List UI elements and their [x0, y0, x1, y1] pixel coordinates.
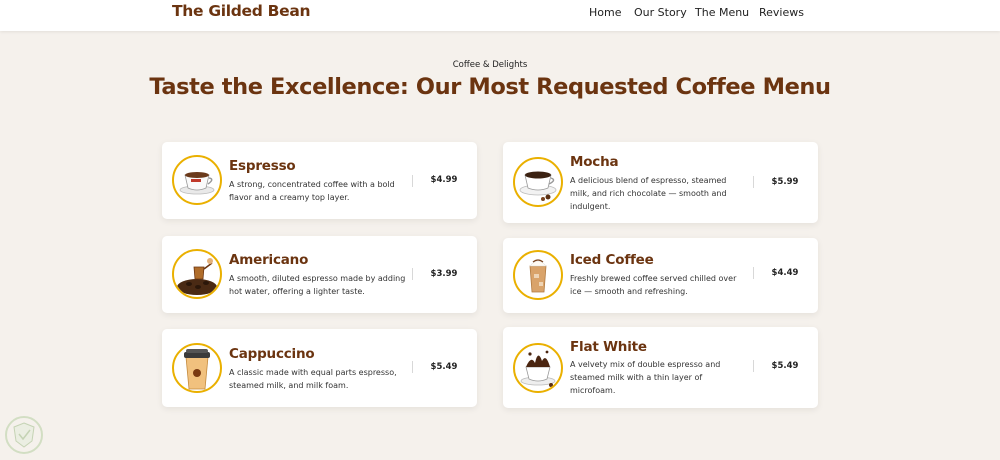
brand-logo[interactable]: The Gilded Bean: [172, 2, 311, 20]
site-header: The Gilded Bean Home Our Story The Menu …: [0, 0, 1000, 31]
menu-item-description: A classic made with equal parts espresso…: [229, 368, 397, 390]
price-divider: [753, 176, 754, 188]
menu-item-price: $4.99: [430, 175, 458, 185]
menu-item-name: Cappuccino: [229, 346, 315, 362]
nav-home[interactable]: Home: [589, 6, 621, 19]
menu-card-flat-white: Flat White A velvety mix of double espre…: [503, 327, 818, 408]
menu-item-name: Flat White: [570, 339, 647, 355]
menu-item-name: Mocha: [570, 154, 619, 170]
nav-our-story[interactable]: Our Story: [634, 6, 687, 19]
price-divider: [412, 175, 413, 187]
splash-cup-icon: [513, 343, 563, 393]
menu-item-description: Freshly brewed coffee served chilled ove…: [570, 274, 737, 296]
nav-reviews[interactable]: Reviews: [759, 6, 804, 19]
menu-item-name: Espresso: [229, 158, 296, 174]
menu-item-description: A smooth, diluted espresso made by addin…: [229, 274, 406, 296]
price-divider: [753, 360, 754, 372]
mocha-cup-icon: [513, 157, 563, 207]
coffee-beans-icon: [172, 249, 222, 299]
menu-item-price: $3.99: [430, 269, 458, 279]
section-eyebrow: Coffee & Delights: [452, 60, 528, 70]
menu-card-espresso: Espresso A strong, concentrated coffee w…: [162, 142, 477, 219]
iced-coffee-glass-icon: [513, 250, 563, 300]
menu-item-price: $5.99: [771, 177, 799, 187]
menu-item-description: A velvety mix of double espresso and ste…: [570, 360, 721, 395]
menu-card-iced-coffee: Iced Coffee Freshly brewed coffee served…: [503, 238, 818, 313]
price-divider: [753, 267, 754, 279]
takeaway-cup-icon: [172, 343, 222, 393]
menu-card-cappuccino: Cappuccino A classic made with equal par…: [162, 329, 477, 407]
menu-item-name: Americano: [229, 252, 309, 268]
menu-item-description: A delicious blend of espresso, steamed m…: [570, 176, 727, 211]
shield-badge-icon: [4, 413, 44, 457]
menu-item-description: A strong, concentrated coffee with a bol…: [229, 180, 395, 202]
menu-card-mocha: Mocha A delicious blend of espresso, ste…: [503, 142, 818, 223]
menu-item-price: $4.49: [771, 268, 799, 278]
espresso-cup-icon: [172, 155, 222, 205]
menu-item-price: $5.49: [430, 362, 458, 372]
price-divider: [412, 268, 413, 280]
section-title: Taste the Excellence: Our Most Requested…: [149, 74, 831, 100]
price-divider: [412, 361, 413, 373]
menu-card-americano: Americano A smooth, diluted espresso mad…: [162, 236, 477, 313]
menu-item-price: $5.49: [771, 361, 799, 371]
menu-item-name: Iced Coffee: [570, 252, 654, 268]
nav-the-menu[interactable]: The Menu: [695, 6, 749, 19]
